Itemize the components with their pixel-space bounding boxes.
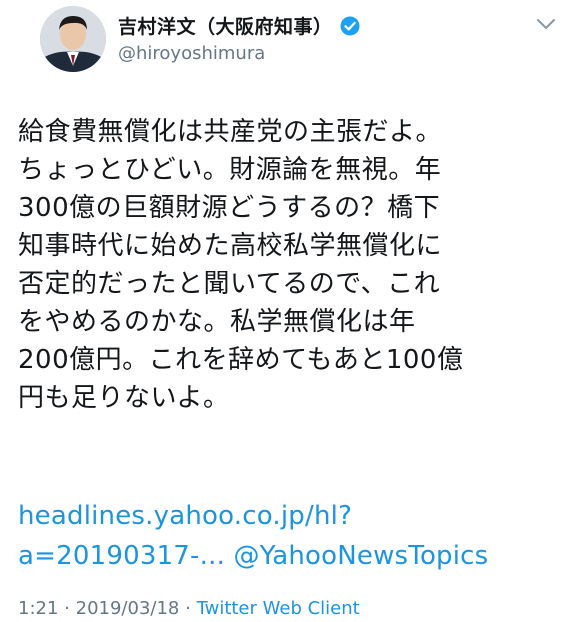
tweet-text: 給食費無償化は共産党の主張だよ。 ちょっとひどい。財源論を無視。年 300億の巨…: [18, 113, 563, 417]
avatar-photo: [40, 6, 106, 72]
chevron-down-icon[interactable]: [534, 14, 558, 34]
name-row: 吉村洋文（大阪府知事）: [118, 12, 360, 39]
avatar[interactable]: [40, 6, 106, 72]
meta-separator: ·: [64, 598, 70, 619]
tweet-text-line: 200億円。これを辞めてもあと100億: [18, 345, 464, 375]
link-url-line[interactable]: headlines.yahoo.co.jp/hl?: [18, 496, 563, 536]
meta-separator: ·: [185, 598, 191, 619]
tweet-date[interactable]: 2019/03/18: [76, 598, 180, 619]
tweet-text-line: 300億の巨額財源どうするの？橋下: [18, 193, 441, 223]
tweet-link[interactable]: headlines.yahoo.co.jp/hl? a=20190317-...…: [18, 496, 563, 576]
tweet-text-line: 否定的だったと聞いてるので、これ: [18, 269, 441, 299]
tweet-text-line: 円も足りないよ。: [18, 383, 230, 413]
user-handle[interactable]: @hiroyoshimura: [118, 43, 265, 64]
tweet-meta: 1:21 · 2019/03/18 · Twitter Web Client: [18, 598, 360, 619]
verified-badge-icon: [340, 16, 360, 36]
tweet-text-line: 給食費無償化は共産党の主張だよ。: [18, 117, 443, 147]
tweet-client-link[interactable]: Twitter Web Client: [197, 598, 360, 619]
tweet-text-line: 知事時代に始めた高校私学無償化に: [18, 231, 443, 261]
display-name[interactable]: 吉村洋文（大阪府知事）: [118, 12, 333, 39]
tweet-text-line: ちょっとひどい。財源論を無視。年: [18, 155, 442, 185]
tweet-text-line: をやめるのかな。私学無償化は年: [18, 307, 416, 337]
link-url-line[interactable]: a=20190317-... @YahooNewsTopics: [18, 536, 563, 576]
tweet-header: 吉村洋文（大阪府知事） @hiroyoshimura: [0, 0, 575, 100]
tweet-time[interactable]: 1:21: [18, 598, 58, 619]
